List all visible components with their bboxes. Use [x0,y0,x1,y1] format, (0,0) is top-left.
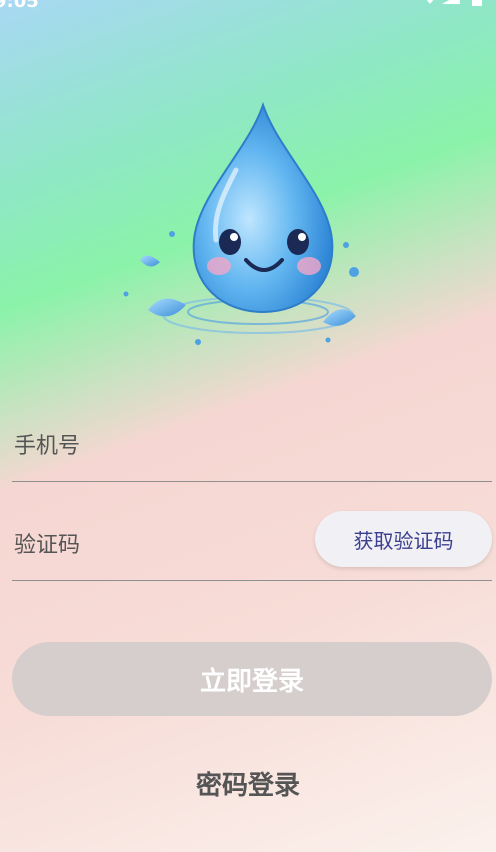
signal-icon [442,0,460,4]
status-bar: 9:05 [0,0,496,14]
code-input[interactable]: 验证码 [14,527,80,559]
get-code-button[interactable]: 获取验证码 [315,511,492,567]
phone-input[interactable]: 手机号 [14,428,80,460]
phone-underline [12,481,492,482]
password-login-link[interactable]: 密码登录 [0,765,496,802]
code-underline [12,580,492,581]
login-button[interactable]: 立即登录 [12,642,492,716]
water-drop-mascot-icon [123,101,359,345]
wifi-icon [426,0,434,4]
status-icons [426,0,482,6]
status-time: 9:05 [0,0,39,12]
battery-icon [472,0,482,6]
